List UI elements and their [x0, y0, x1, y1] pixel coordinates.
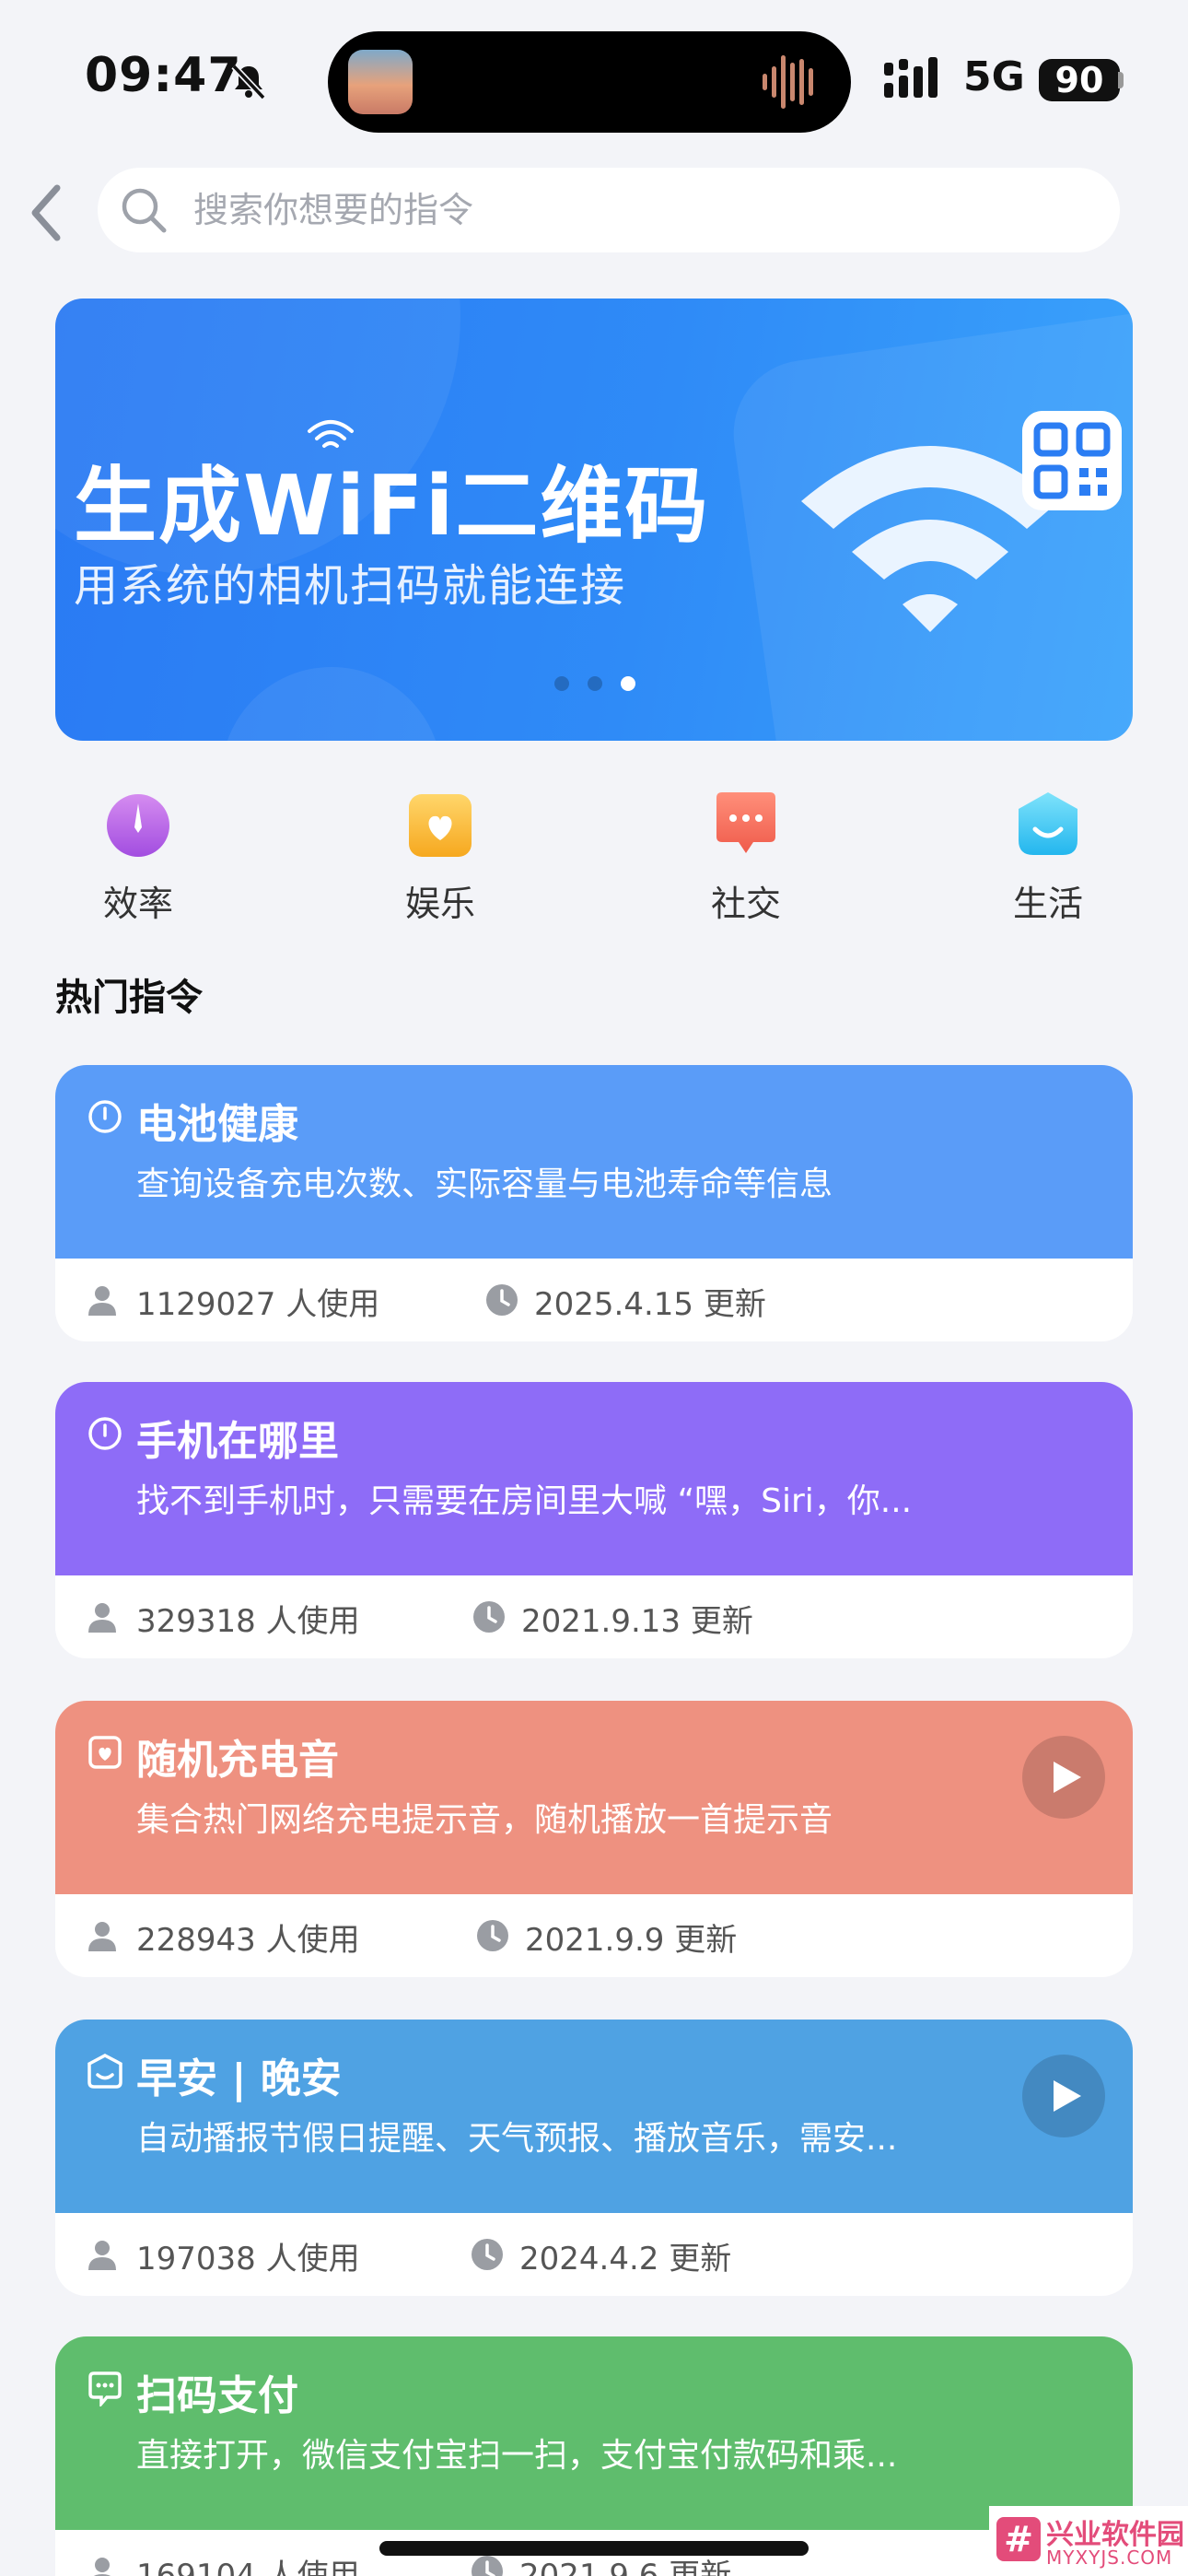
- shortcut-card[interactable]: 随机充电音 集合热门网络充电提示音，随机播放一首提示音 228943 人使用 2…: [55, 1701, 1133, 1977]
- card-title: 手机在哪里: [136, 1418, 339, 1465]
- chat-bubble-icon: [716, 792, 775, 853]
- category-label: 娱乐: [404, 884, 475, 924]
- status-bar: 09:47 5G 90: [0, 0, 1188, 157]
- pagination-dot[interactable]: [554, 676, 569, 691]
- card-title: 早安 | 晚安: [136, 2055, 342, 2102]
- banner-title: 生成WiFi二维码: [74, 458, 710, 555]
- clock-icon: [88, 1417, 122, 1450]
- user-icon: [88, 1286, 116, 1316]
- card-description: 找不到手机时，只需要在房间里大喊 “嘿，Siri，你...: [136, 1482, 913, 1520]
- user-icon: [88, 2241, 116, 2270]
- card-header: 早安 | 晚安 自动播报节假日提醒、天气预报、播放音乐，需安...: [55, 2020, 1133, 2213]
- usage-count: 1129027 人使用: [136, 1286, 380, 1323]
- play-icon: [1054, 1762, 1081, 1793]
- section-title: 热门指令: [55, 977, 203, 1019]
- clock-icon: [473, 1601, 505, 1633]
- banner-decor: [221, 667, 442, 741]
- usage-count: 197038 人使用: [136, 2241, 360, 2277]
- update-date: 2021.9.9 更新: [525, 1922, 738, 1959]
- home-indicator[interactable]: [379, 2541, 809, 2556]
- category-life[interactable]: 生活: [965, 785, 1131, 932]
- card-header: 扫码支付 直接打开，微信支付宝扫一扫，支付宝付款码和乘...: [55, 2336, 1133, 2530]
- card-title: 随机充电音: [136, 1737, 339, 1784]
- card-description: 自动播报节假日提醒、天气预报、播放音乐，需安...: [136, 2120, 898, 2158]
- network-type: 5G: [963, 53, 1025, 100]
- compass-icon: [107, 794, 169, 857]
- usage-count: 329318 人使用: [136, 1603, 360, 1640]
- update-date: 2025.4.15 更新: [534, 1286, 766, 1323]
- status-time: 09:47: [85, 48, 242, 103]
- battery-level: 90: [1039, 59, 1120, 101]
- smile-icon: [1019, 792, 1077, 855]
- battery-tip: [1118, 72, 1124, 88]
- promo-banner[interactable]: 生成WiFi二维码 用系统的相机扫码就能连接: [55, 299, 1133, 741]
- smile-icon: [87, 2054, 122, 2089]
- heart-icon: [409, 794, 472, 857]
- update-date: 2021.9.13 更新: [521, 1603, 753, 1640]
- shortcut-card[interactable]: 手机在哪里 找不到手机时，只需要在房间里大喊 “嘿，Siri，你... 3293…: [55, 1382, 1133, 1658]
- card-description: 直接打开，微信支付宝扫一扫，支付宝付款码和乘...: [136, 2437, 898, 2475]
- card-footer: 329318 人使用 2021.9.13 更新: [55, 1575, 1133, 1658]
- category-label: 效率: [102, 884, 173, 924]
- card-title: 扫码支付: [136, 2372, 298, 2419]
- shortcut-card[interactable]: 早安 | 晚安 自动播报节假日提醒、天气预报、播放音乐，需安... 197038…: [55, 2020, 1133, 2296]
- shortcut-card[interactable]: 电池健康 查询设备充电次数、实际容量与电池寿命等信息 1129027 人使用 2…: [55, 1065, 1133, 1341]
- card-header: 手机在哪里 找不到手机时，只需要在房间里大喊 “嘿，Siri，你...: [55, 1382, 1133, 1575]
- play-button[interactable]: [1022, 1736, 1105, 1819]
- usage-count: 228943 人使用: [136, 1922, 360, 1959]
- search-icon: [122, 188, 167, 233]
- banner-pagination: [553, 673, 645, 695]
- usage-count: 169104 人使用: [136, 2558, 360, 2576]
- search-input[interactable]: [193, 168, 1077, 252]
- card-footer: 228943 人使用 2021.9.9 更新: [55, 1894, 1133, 1977]
- card-footer: 1129027 人使用 2025.4.15 更新: [55, 1259, 1133, 1341]
- category-entertainment[interactable]: 娱乐: [357, 785, 523, 932]
- clock-icon: [486, 1284, 518, 1316]
- watermark-logo: #: [996, 2517, 1041, 2561]
- clock-icon: [472, 2556, 503, 2576]
- card-description: 集合热门网络充电提示音，随机播放一首提示音: [136, 1801, 833, 1839]
- heart-icon: [88, 1736, 122, 1769]
- user-icon: [88, 1922, 116, 1951]
- card-description: 查询设备充电次数、实际容量与电池寿命等信息: [136, 1165, 833, 1203]
- bell-muted-icon: [231, 64, 266, 100]
- search-bar[interactable]: [98, 168, 1120, 252]
- back-chevron-icon[interactable]: [20, 181, 76, 245]
- card-footer: 197038 人使用 2024.4.2 更新: [55, 2213, 1133, 2296]
- dynamic-island[interactable]: [328, 31, 851, 133]
- chat-bubble-icon: [88, 2371, 122, 2406]
- category-social[interactable]: 社交: [663, 785, 829, 932]
- category-label: 生活: [1012, 884, 1083, 924]
- play-button[interactable]: [1022, 2055, 1105, 2137]
- user-icon: [88, 1603, 116, 1633]
- wifi-mini-icon: [308, 420, 354, 448]
- update-date: 2024.4.2 更新: [519, 2241, 732, 2277]
- now-playing-artwork: [348, 50, 413, 114]
- pagination-dot[interactable]: [588, 676, 602, 691]
- shortcut-card[interactable]: 扫码支付 直接打开，微信支付宝扫一扫，支付宝付款码和乘... 169104 人使…: [55, 2336, 1133, 2576]
- category-label: 社交: [710, 884, 781, 924]
- card-header: 电池健康 查询设备充电次数、实际容量与电池寿命等信息: [55, 1065, 1133, 1259]
- audio-wave-icon: [763, 55, 813, 109]
- card-title: 电池健康: [136, 1101, 298, 1148]
- clock-icon: [88, 1100, 122, 1133]
- watermark-url: MYXYJS.COM: [1046, 2547, 1173, 2569]
- clock-icon: [477, 1920, 508, 1951]
- watermark: # 兴业软件园 MYXYJS.COM: [989, 2506, 1188, 2576]
- pagination-dot-active[interactable]: [621, 676, 635, 691]
- clock-icon: [472, 2239, 503, 2270]
- user-icon: [93, 2558, 111, 2576]
- qr-code-icon: [1022, 411, 1122, 510]
- play-icon: [1054, 2080, 1081, 2112]
- category-efficiency[interactable]: 效率: [55, 785, 221, 932]
- card-header: 随机充电音 集合热门网络充电提示音，随机播放一首提示音: [55, 1701, 1133, 1894]
- banner-subtitle: 用系统的相机扫码就能连接: [74, 560, 627, 612]
- cellular-signal-icon: [884, 57, 938, 98]
